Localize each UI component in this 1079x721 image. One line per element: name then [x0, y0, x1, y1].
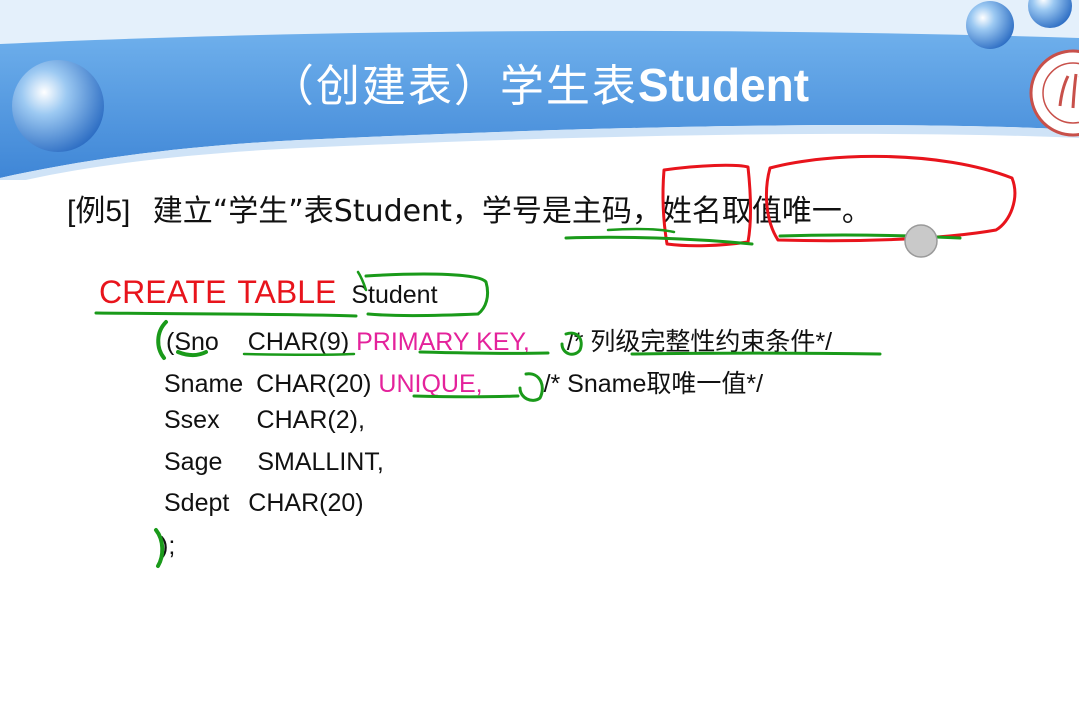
green-paren-sno [156, 320, 168, 360]
column-name: (Sno [166, 328, 219, 356]
title-english: Student [637, 59, 810, 111]
column-type: CHAR(9) [247, 328, 350, 356]
comment-text: 取唯一值 [646, 369, 747, 398]
column-name: Sage [164, 448, 223, 476]
column-name: Sdept [164, 489, 230, 517]
comment-close: */ [746, 370, 764, 398]
code-line-sdept: Sdept CHAR(20) [164, 489, 364, 518]
comment-open: /* [566, 328, 584, 356]
example-text: 建立“学生”表Student，学号是主码，姓名取值唯一。 [152, 194, 872, 229]
code-line-ssex: Ssex CHAR(2), [164, 406, 365, 435]
title-chinese: （创建表）学生表 [269, 61, 638, 112]
keyword-table: TABLE [237, 274, 337, 310]
column-name: Ssex [164, 406, 220, 434]
comment-open: /* Sname [543, 370, 647, 398]
code-create-line: CREATE TABLE Student [99, 274, 438, 311]
table-name: Student [351, 281, 438, 309]
column-name: Sname [164, 370, 244, 398]
comment-close: */ [815, 328, 833, 356]
decorative-orb-small [966, 1, 1014, 49]
example-statement: [例5] 建立“学生”表Student，学号是主码，姓名取值唯一。 [67, 186, 872, 230]
example-tag: [例5] [67, 195, 131, 228]
code-line-sage: Sage SMALLINT, [164, 448, 384, 477]
green-underline-create-table [94, 311, 358, 318]
comment-text: 列级完整性约束条件 [590, 327, 816, 356]
column-type: CHAR(2), [256, 406, 365, 434]
code-line-sno: (Sno CHAR(9) PRIMARY KEY, /* 列级完整性约束条件*/ [166, 322, 832, 358]
green-underline-example [564, 235, 754, 246]
column-constraint: PRIMARY KEY, [356, 328, 530, 356]
column-type: CHAR(20) [256, 370, 372, 398]
column-type: SMALLINT, [257, 448, 384, 476]
slide: （创建表）学生表Student [例5] 建立“学生”表Student，学号是主… [0, 0, 1079, 721]
column-type: CHAR(20) [248, 489, 364, 517]
slide-title: （创建表）学生表Student [0, 50, 1079, 114]
column-constraint: UNIQUE, [378, 370, 483, 398]
keyword-create: CREATE [99, 274, 227, 310]
pointer-cursor [904, 224, 938, 258]
code-line-sname: Sname CHAR(20) UNIQUE, /* Sname取唯一值*/ [164, 364, 763, 400]
code-close-paren: ); [160, 532, 176, 560]
